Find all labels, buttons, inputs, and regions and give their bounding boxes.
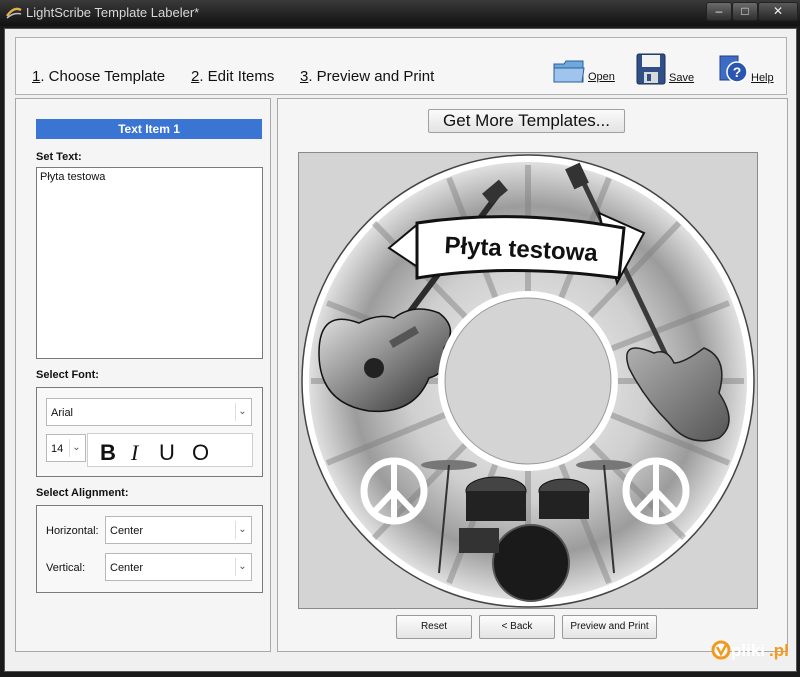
vertical-alignment-select[interactable]: Center ⌄ bbox=[105, 553, 252, 581]
set-text-input[interactable]: Płyta testowa bbox=[36, 167, 263, 359]
underline-button[interactable]: U bbox=[159, 440, 175, 466]
preview-panel: Get More Templates... Płyta testowa Rese… bbox=[277, 98, 788, 652]
main-window: 1. Choose Template 2. Edit Items 3. Prev… bbox=[4, 28, 797, 672]
font-name: Arial bbox=[51, 407, 74, 419]
title-bar: LightScribe Template Labeler* – □ ✕ bbox=[0, 0, 800, 26]
italic-button[interactable]: I bbox=[131, 440, 138, 466]
step-edit-items[interactable]: 2. Edit Items bbox=[191, 68, 274, 85]
back-button[interactable]: < Back bbox=[479, 615, 555, 639]
set-text-label: Set Text: bbox=[36, 151, 82, 163]
svg-text:?: ? bbox=[733, 64, 742, 80]
select-alignment-label: Select Alignment: bbox=[36, 487, 129, 499]
horizontal-value: Center bbox=[110, 525, 144, 537]
font-group: Arial ⌄ 14 ⌄ B I U O bbox=[36, 387, 263, 477]
font-select[interactable]: Arial ⌄ bbox=[46, 398, 252, 426]
disc-preview-area: Płyta testowa bbox=[298, 152, 758, 609]
window-title: LightScribe Template Labeler* bbox=[26, 5, 200, 20]
font-style-toolbar: B I U O bbox=[87, 433, 253, 467]
bold-button[interactable]: B bbox=[100, 440, 116, 466]
font-size: 14 bbox=[51, 443, 64, 455]
chevron-down-icon: ⌄ bbox=[235, 558, 249, 576]
toolbar: 1. Choose Template 2. Edit Items 3. Prev… bbox=[15, 37, 787, 95]
watermark-logo: pliki .pl bbox=[711, 636, 791, 664]
open-button[interactable]: Open bbox=[552, 56, 622, 92]
minimize-button[interactable]: – bbox=[706, 2, 732, 21]
horizontal-label: Horizontal: bbox=[46, 525, 99, 537]
text-value: Płyta testowa bbox=[40, 171, 106, 183]
alignment-group: Horizontal: Center ⌄ Vertical: Center ⌄ bbox=[36, 505, 263, 593]
text-item-header: Text Item 1 bbox=[36, 119, 262, 139]
step-choose-template[interactable]: 1. Choose Template bbox=[32, 68, 165, 85]
step-label: . Edit Items bbox=[199, 68, 275, 85]
step-label: . Preview and Print bbox=[308, 68, 435, 85]
floppy-disk-icon bbox=[636, 53, 666, 85]
vertical-label: Vertical: bbox=[46, 562, 86, 574]
preview-and-print-button[interactable]: Preview and Print bbox=[562, 615, 657, 639]
save-label: Save bbox=[669, 72, 695, 84]
open-label: Open bbox=[588, 71, 615, 83]
watermark-suffix: .pl bbox=[769, 641, 789, 660]
step-label: . Choose Template bbox=[40, 68, 166, 85]
help-book-icon: ? bbox=[719, 55, 748, 83]
help-button[interactable]: ? Help bbox=[717, 52, 785, 88]
maximize-button[interactable]: □ bbox=[732, 2, 758, 21]
item-settings-panel: Text Item 1 Set Text: Płyta testowa Sele… bbox=[15, 98, 271, 652]
lightscribe-icon bbox=[6, 7, 22, 19]
chevron-down-icon: ⌄ bbox=[235, 521, 249, 539]
folder-icon bbox=[553, 60, 585, 83]
vertical-value: Center bbox=[110, 562, 144, 574]
disc-label-canvas: Płyta testowa bbox=[301, 154, 755, 608]
outline-button[interactable]: O bbox=[192, 440, 209, 466]
select-font-label: Select Font: bbox=[36, 369, 99, 381]
horizontal-alignment-select[interactable]: Center ⌄ bbox=[105, 516, 252, 544]
chevron-down-icon: ⌄ bbox=[69, 439, 83, 457]
pliki-logo-icon: pliki .pl bbox=[711, 640, 789, 660]
get-more-templates-button[interactable]: Get More Templates... bbox=[428, 109, 625, 133]
close-button[interactable]: ✕ bbox=[758, 2, 798, 21]
step-preview-print[interactable]: 3. Preview and Print bbox=[300, 68, 434, 85]
chevron-down-icon: ⌄ bbox=[235, 403, 249, 421]
disc-center-hole bbox=[438, 291, 618, 471]
watermark-text: pliki bbox=[731, 641, 765, 660]
reset-button[interactable]: Reset bbox=[396, 615, 472, 639]
help-label: Help bbox=[751, 72, 774, 84]
save-button[interactable]: Save bbox=[635, 52, 705, 88]
font-size-select[interactable]: 14 ⌄ bbox=[46, 434, 86, 462]
